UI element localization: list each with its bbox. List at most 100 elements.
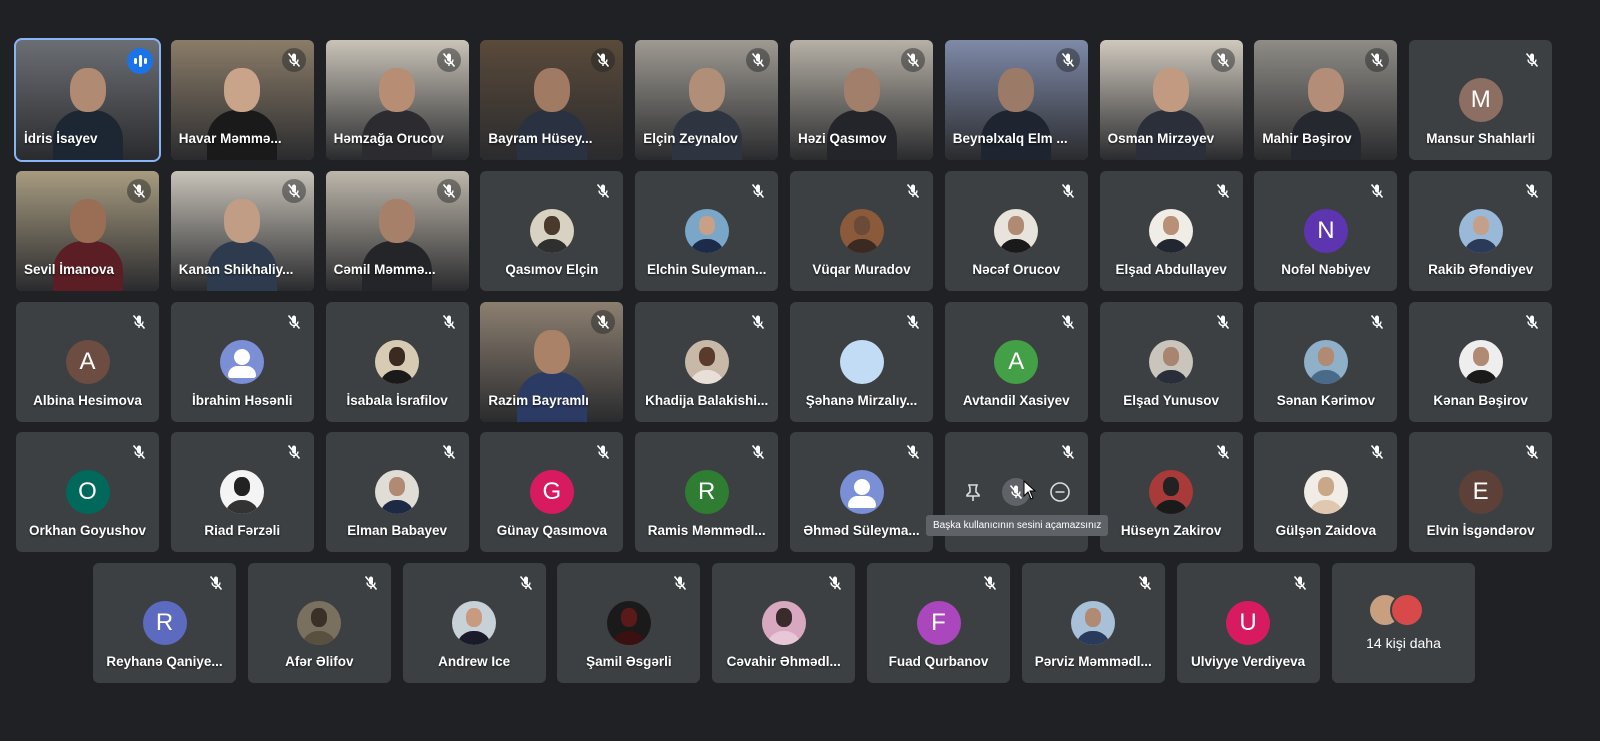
mic-off-icon (281, 48, 306, 72)
participant-tile[interactable]: Kanan Shikhaliy... (170, 171, 314, 291)
mic-off-icon (1056, 310, 1080, 334)
participant-name: Qasımov Elçin (505, 262, 599, 277)
participant-tile[interactable]: Rakib Əfəndiyev (1409, 171, 1553, 291)
more-participants-avatars (1364, 593, 1424, 627)
participant-tile[interactable]: Mahir Bəşirov (1254, 40, 1398, 160)
avatar (1390, 593, 1424, 627)
mic-off-icon (1211, 179, 1235, 203)
mic-off-icon (1288, 571, 1312, 595)
participant-name: Elchin Suleyman... (647, 262, 767, 277)
participant-tile[interactable]: R Reyhanə Qaniye... (93, 563, 236, 683)
participant-tile[interactable]: A Albina Hesimova (16, 302, 159, 422)
participant-tile[interactable]: Razim Bayramlı (480, 302, 624, 422)
mic-off-icon (901, 440, 925, 464)
participant-name: Mahir Bəşirov (1262, 131, 1352, 146)
mic-off-icon (901, 48, 925, 72)
participant-tile[interactable]: Şamil Əsgərli (557, 563, 701, 683)
remove-participant-icon[interactable] (1046, 478, 1074, 506)
participant-name: Albina Hesimova (33, 393, 142, 408)
avatar (839, 209, 884, 253)
participant-tile[interactable]: M Mansur Shahlarli (1409, 40, 1553, 160)
participant-name: Kənan Bəşirov (1433, 393, 1528, 408)
participant-name: Nofəl Nəbiyev (1281, 262, 1371, 277)
mic-off-icon (901, 310, 925, 334)
participant-tile[interactable]: Bayram Hüsey... (480, 40, 624, 160)
participant-tile[interactable]: İbrahim Həsənli (170, 302, 314, 422)
participant-tile[interactable]: Beynəlxalq Elm ... (944, 40, 1088, 160)
avatar: M (1458, 78, 1503, 122)
mic-off-icon (437, 440, 461, 464)
participant-tile[interactable]: Andrew Ice (402, 563, 546, 683)
participant-name: İdris İsayev (24, 131, 98, 146)
participant-tile[interactable]: Hüseyn Zakirov (1099, 432, 1243, 552)
avatar (529, 209, 574, 253)
participant-tile[interactable]: O Orkhan Goyushov (16, 432, 159, 552)
mic-off-icon (436, 48, 461, 72)
avatar (297, 601, 342, 645)
mic-off-icon (1056, 179, 1080, 203)
participant-tile[interactable]: Elçin Zeynalov (635, 40, 779, 160)
participant-name: Orkhan Goyushov (28, 523, 147, 538)
avatar (452, 601, 497, 645)
participant-name: İsabala İsrafilov (346, 393, 448, 408)
participant-tile[interactable]: A Avtandil Xasiyev (944, 302, 1088, 422)
mic-off-icon (746, 310, 770, 334)
avatar (684, 209, 729, 253)
participant-tile[interactable]: İsabala İsrafilov (325, 302, 469, 422)
participant-tile[interactable]: Cəmil Məmmə... (325, 171, 469, 291)
participant-tile[interactable]: İdris İsayev (14, 38, 161, 162)
participant-tile[interactable]: Kənan Bəşirov (1409, 302, 1553, 422)
participant-tile[interactable]: U Ulviyye Verdiyeva (1176, 563, 1320, 683)
participant-tile[interactable]: Riad Fərzəli (170, 432, 314, 552)
participant-tile[interactable]: Nəcəf Orucov (944, 171, 1088, 291)
participant-name: Razim Bayramlı (488, 393, 589, 408)
avatar: N (1303, 209, 1348, 253)
participant-name: Nəcəf Orucov (972, 262, 1061, 277)
participant-tile[interactable]: Həmzağa Orucov (325, 40, 469, 160)
participant-tile[interactable]: R Ramis Məmmədl... (635, 432, 779, 552)
participant-tile[interactable]: Pərviz Məmmədl... (1021, 563, 1165, 683)
participant-tile[interactable]: Elman Babayev (325, 432, 469, 552)
participant-name: Pərviz Məmmədl... (1034, 654, 1152, 669)
participant-tile[interactable]: Elşad Yunusov (1099, 302, 1243, 422)
more-participants-tile[interactable]: 14 kişi daha (1332, 563, 1475, 683)
participant-name: Havar Məmmə... (178, 131, 282, 146)
participant-tile[interactable]: Qasımov Elçin (480, 171, 624, 291)
avatar: F (916, 601, 961, 645)
participant-tile[interactable]: F Fuad Qurbanov (867, 563, 1010, 683)
participant-name: Şamil Əsgərli (586, 654, 672, 669)
participant-tile[interactable]: Sevil İmanova (16, 171, 159, 291)
participant-name: Şəhanə Mirzalıy... (805, 393, 918, 408)
participant-tile[interactable]: E Elvin İsgəndərov (1409, 432, 1553, 552)
avatar (1149, 470, 1194, 514)
avatar (1303, 470, 1348, 514)
participant-tile[interactable]: Vüqar Muradov (790, 171, 933, 291)
participant-tile[interactable]: Osman Mirzəyev (1099, 40, 1243, 160)
participant-tile[interactable]: Afər Əlifov (247, 563, 391, 683)
mic-off-icon (1056, 440, 1080, 464)
participant-tile[interactable]: Əhməd Süleyma... (790, 432, 933, 552)
participant-name: Gülşən Zaidova (1275, 523, 1377, 538)
avatar (684, 340, 729, 384)
participant-tile[interactable]: Havar Məmmə... (170, 40, 314, 160)
mic-off-icon (204, 571, 228, 595)
pin-icon[interactable] (959, 478, 987, 506)
avatar: R (684, 470, 729, 514)
participant-tile[interactable]: Sənan Kərimov (1254, 302, 1398, 422)
participant-tile[interactable]: G Günay Qasımova (480, 432, 624, 552)
participant-tile[interactable]: N Nofəl Nəbiyev (1254, 171, 1398, 291)
mic-off-icon (901, 179, 925, 203)
participant-name: Fuad Qurbanov (888, 654, 989, 669)
participant-tile[interactable]: Elchin Suleyman... (635, 171, 779, 291)
mic-off-icon (281, 179, 306, 203)
participant-tile[interactable]: Cəvahir Əhmədl... (712, 563, 856, 683)
participant-tile[interactable]: Şəhanə Mirzalıy... (790, 302, 933, 422)
participant-name: Elvin İsgəndərov (1426, 523, 1535, 538)
mic-off-icon (1133, 571, 1157, 595)
participant-tile[interactable]: Khadija Balakishi... (635, 302, 779, 422)
participant-tile[interactable]: Həzi Qasımov (790, 40, 933, 160)
participant-tile[interactable]: Gülşən Zaidova (1254, 432, 1398, 552)
avatar (1458, 340, 1503, 384)
participant-tile[interactable]: Elşad Abdullayev (1099, 171, 1243, 291)
participant-name: Həzi Qasımov (798, 131, 887, 146)
